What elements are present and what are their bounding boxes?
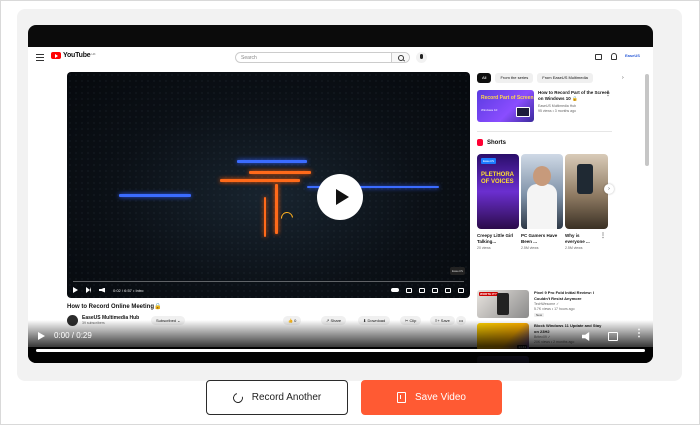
player-controls-overlay [28,320,653,363]
youtube-masthead: YouTube HK Search EaseUS [28,47,653,69]
neon-line [220,179,300,182]
person-face-shape [533,166,551,186]
recommended-meta: 95 views • 3 months ago [538,109,576,113]
neon-line [249,171,311,174]
shorts-header: Shorts [477,139,506,146]
youtube-scrollbar [645,74,649,166]
neon-line [119,194,191,197]
youtube-logo: YouTube HK [51,52,96,59]
more-options-button[interactable]: ⋮ [634,328,644,339]
short-title: Why is everyone ... [565,233,590,244]
neon-line [275,184,278,234]
menu-icon [36,54,44,61]
miniplayer-icon [432,287,438,293]
youtube-main-video: EaseUS 0:02 / 6:57 • Intro [67,72,470,298]
recommended-thumbnail: Record Part of Screen Windows 10 [477,90,534,122]
short-views: 2.5M views [565,246,583,250]
filter-chips: All From the series From EaseUS Multimed… [477,73,593,83]
chevron-right-icon: › [622,75,624,81]
record-another-button[interactable]: Record Another [206,380,348,415]
person-shape [527,184,557,229]
thumbnail-tag: WORTH IT? [479,292,498,296]
short-brand: EaseUS [481,158,497,164]
video-channel: TechWesome ✓ [534,302,560,306]
video-meta: 5.7K views • 17 hours ago [534,307,575,311]
short-views: 20 views [477,246,491,250]
computer-icon [516,107,530,117]
phone-shape [577,164,593,194]
youtube-play-icon [51,52,61,59]
new-badge: New [534,313,545,317]
section-divider [477,131,612,132]
youtube-logo-region: HK [91,52,96,56]
chip-all: All [477,73,492,83]
dot-pattern [67,72,470,298]
short-views: 2.5M views [521,246,539,250]
refresh-icon [230,390,245,405]
neon-line [237,160,307,163]
playback-time: 0:00 / 0:29 [54,331,92,340]
volume-icon [99,287,105,293]
save-video-button[interactable]: Save Video [361,380,502,415]
play-icon [73,287,78,293]
neon-line [264,197,266,237]
record-another-label: Record Another [251,392,322,403]
short-thumbnail [565,154,608,229]
avatar: EaseUS [625,53,640,58]
video-title: Pixel 9 Pro Fold Initial Review: I Could… [534,290,595,301]
seek-bar[interactable] [36,349,645,352]
microphone-icon [416,52,427,63]
skip-next-icon [86,287,91,293]
play-button[interactable] [38,332,45,340]
autoplay-toggle-icon [391,288,399,292]
channel-watermark: EaseUS [449,267,465,275]
shorts-icon [477,139,483,146]
chip-from-easeus: From EaseUS Multimedia [537,73,593,83]
youtube-time-display: 0:02 / 6:57 • Intro [113,287,144,293]
short-thumbnail-text: PLETHORA OF VOICES [481,172,514,185]
youtube-progress-bar [73,281,464,282]
more-vert-icon: ⋮ [600,233,606,239]
fullscreen-icon [458,287,464,293]
captions-icon [406,287,412,293]
short-title: Creepy Little Girl Talking... [477,233,514,244]
short-title: PC Gamers Have Been ... [521,233,558,244]
bell-icon [611,53,617,60]
youtube-player-controls: 0:02 / 6:57 • Intro [73,285,464,295]
recommended-title: How to Record Part of the Screen on Wind… [538,90,610,101]
settings-icon [419,287,425,293]
create-video-icon [595,54,602,60]
youtube-right-controls [391,287,464,293]
chip-from-series: From the series [495,73,534,83]
recorded-youtube-page: YouTube HK Search EaseUS EaseUS 0:02 / 6… [28,47,653,363]
list-item: WORTH IT? Pixel 9 Pro Fold Initial Revie… [477,290,612,318]
youtube-logo-text: YouTube [63,52,91,59]
recommended-channel: EaseUS Multimedia Hub [538,104,577,108]
short-thumbnail [521,154,563,229]
recommended-video-top: Record Part of Screen Windows 10 How to … [477,90,612,124]
short-thumbnail: EaseUS PLETHORA OF VOICES [477,154,519,229]
play-icon [317,174,363,220]
video-player[interactable]: YouTube HK Search EaseUS EaseUS 0:02 / 6… [28,25,653,363]
thumbnail-headline: Record Part of Screen [481,95,534,101]
more-vert-icon: ⋮ [605,91,611,97]
youtube-video-title: How to Record Online Meeting🔒 [67,304,162,310]
youtube-search-box: Search [235,52,410,63]
youtube-search-placeholder: Search [241,55,257,61]
thumbnail-subtitle: Windows 10 [481,108,498,112]
save-video-label: Save Video [415,392,466,403]
fullscreen-button[interactable] [608,332,618,341]
save-file-icon [397,392,407,403]
video-thumbnail: WORTH IT? [477,290,529,318]
chevron-right-icon: › [604,184,614,194]
theater-icon [445,287,451,293]
shorts-title: Shorts [487,139,507,146]
search-icon [391,53,409,62]
